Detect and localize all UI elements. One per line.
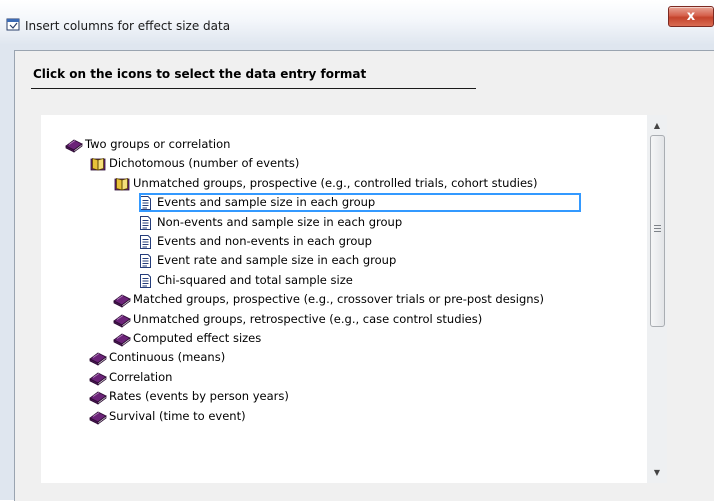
instruction-text: Click on the icons to select the data en…: [33, 67, 367, 81]
closed-book-icon[interactable]: [113, 312, 131, 328]
close-button[interactable]: x: [668, 6, 714, 27]
tree-item-label: Continuous (means): [109, 350, 226, 364]
open-book-icon[interactable]: [113, 176, 131, 192]
tree-item-label: Event rate and sample size in each group: [157, 253, 397, 267]
closed-book-icon[interactable]: [89, 409, 107, 425]
tree-item-label: Non-events and sample size in each group: [157, 215, 403, 229]
open-book-icon[interactable]: [89, 156, 107, 172]
header-separator: [31, 88, 476, 89]
tree-item-label: Unmatched groups, retrospective (e.g., c…: [133, 312, 483, 326]
scroll-grip-icon: [654, 225, 661, 233]
dialog-window: Insert columns for effect size data x Cl…: [0, 0, 714, 501]
scroll-thumb[interactable]: [650, 135, 665, 327]
tree-item-label: Survival (time to event): [109, 409, 246, 423]
tree-item-label: Chi-squared and total sample size: [157, 273, 353, 287]
tree-item-label: Events and non-events in each group: [157, 234, 372, 248]
window-title: Insert columns for effect size data: [25, 19, 231, 33]
tree-item-label: Rates (events by person years): [109, 389, 289, 403]
tree-item-label: Dichotomous (number of events): [109, 156, 300, 170]
dialog-body: Click on the icons to select the data en…: [14, 50, 714, 501]
closed-book-icon[interactable]: [89, 350, 107, 366]
tree-item-label: Correlation: [109, 370, 173, 384]
tree-item-label: Unmatched groups, prospective (e.g., con…: [133, 176, 538, 190]
closed-book-icon[interactable]: [89, 389, 107, 405]
document-icon[interactable]: [137, 215, 155, 231]
document-icon[interactable]: [137, 253, 155, 269]
closed-book-icon[interactable]: [113, 331, 131, 347]
tree-item-label: Two groups or correlation: [85, 137, 231, 151]
scroll-down-arrow-icon[interactable]: ▼: [647, 464, 667, 481]
app-icon: [6, 17, 20, 31]
document-icon[interactable]: [137, 234, 155, 250]
tree-item-label: Computed effect sizes: [133, 331, 262, 345]
title-bar[interactable]: Insert columns for effect size data x: [0, 0, 714, 50]
closed-book-icon[interactable]: [113, 292, 131, 308]
selected-item-outline: [139, 193, 581, 212]
tree-item-label: Matched groups, prospective (e.g., cross…: [133, 292, 545, 306]
format-tree: Two groups or correlation Dichotomous (nu…: [41, 115, 667, 483]
closed-book-icon[interactable]: [65, 137, 83, 153]
scroll-up-arrow-icon[interactable]: ▲: [647, 117, 667, 134]
vertical-scrollbar[interactable]: ▲ ▼: [647, 115, 667, 483]
document-icon[interactable]: [137, 273, 155, 289]
closed-book-icon[interactable]: [89, 370, 107, 386]
